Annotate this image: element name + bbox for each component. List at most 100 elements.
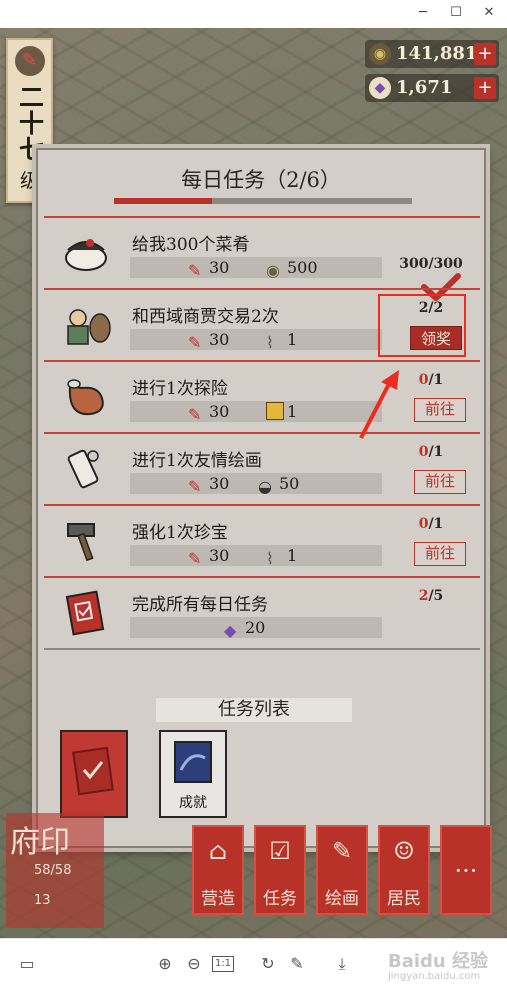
coin-currency: ◉ 141,881 +	[365, 40, 499, 68]
daily-task-card[interactable]	[60, 730, 128, 818]
brush-icon: ✎	[14, 46, 45, 76]
coin-icon: ◉	[369, 43, 391, 65]
minimize-icon[interactable]: ─	[412, 4, 434, 22]
build-button[interactable]: ⌂ 营造	[192, 825, 244, 915]
coin-icon: ◉	[266, 261, 280, 280]
brush-icon: ✎	[188, 549, 202, 568]
reward-item: ◉ 500	[266, 258, 318, 280]
rotate-icon[interactable]: ↻	[257, 953, 279, 975]
coin-value: 141,881	[396, 43, 478, 64]
more-icon: ···	[454, 857, 478, 885]
task-label: 任务	[263, 889, 297, 909]
viewer-toolbar: ▭ ⊕ ⊖ 1:1 ↻ ✎ ⤓ Baidu 经验 jingyan.baidu.co…	[0, 938, 507, 988]
reward-item: ◆ 20	[224, 618, 266, 640]
gem-icon: ◆	[224, 621, 237, 640]
resident-button[interactable]: ☺ 居民	[378, 825, 430, 915]
actual-size-icon[interactable]: 1:1	[212, 956, 234, 972]
row-divider	[44, 216, 480, 218]
download-icon[interactable]: ⤓	[331, 953, 353, 975]
reward-item: ⌇ 1	[266, 330, 298, 352]
daily-task-panel: 每日任务（2/6） 给我300个菜肴 ✎ 30 ◉ 500 300/300 和西…	[36, 148, 486, 848]
task-row: 进行1次探险 ✎ 30 1 0/1 前往	[44, 360, 480, 432]
painting-icon: ✎	[331, 837, 353, 865]
close-icon[interactable]: ✕	[478, 4, 500, 22]
edit-pencil-icon[interactable]: ✎	[286, 953, 308, 975]
dish-bowl-icon	[65, 239, 107, 271]
painting-label: 绘画	[325, 889, 359, 909]
brush-icon: ✎	[188, 261, 202, 280]
hammer-icon	[67, 523, 95, 562]
task-row: 强化1次珍宝 ✎ 30 ⌇ 1 0/1 前往	[44, 504, 480, 576]
task-name: 进行1次友情绘画	[132, 451, 262, 471]
row-divider	[44, 504, 480, 506]
reward-bar	[130, 473, 382, 494]
task-name: 完成所有每日任务	[132, 595, 268, 615]
task-name: 强化1次珍宝	[132, 523, 228, 543]
task-book-icon	[65, 590, 105, 636]
highlight-box	[378, 294, 466, 357]
reward-bar	[130, 545, 382, 566]
more-button[interactable]: ···	[440, 825, 492, 915]
build-icon: ⌂	[208, 837, 228, 865]
gem-icon: ◆	[369, 77, 391, 99]
dish-bowl-icon: ◒	[258, 477, 272, 496]
task-progress: 0/1	[418, 444, 444, 460]
task-name: 和西域商贾交易2次	[132, 307, 279, 327]
reward-item: ⌇ 1	[266, 546, 298, 568]
seal-panel[interactable]: 府印 58/58 13	[6, 813, 104, 928]
seal-title: 府印	[10, 825, 70, 860]
resident-icon: ☺	[393, 837, 415, 865]
task-row: 完成所有每日任务 ◆ 20 2/5	[44, 576, 480, 648]
scroll-icon: ⌇	[266, 549, 274, 568]
annotation-arrow	[359, 370, 399, 439]
row-divider	[44, 288, 480, 290]
achievement-card[interactable]: 成就	[159, 730, 227, 818]
painting-scroll-icon	[67, 449, 99, 489]
reward-bar	[130, 257, 382, 278]
row-divider	[44, 360, 480, 362]
go-button[interactable]: 前往	[414, 398, 466, 422]
reward-bar	[130, 401, 382, 422]
seal-count: 58/58	[34, 863, 72, 878]
go-button[interactable]: 前往	[414, 470, 466, 494]
row-divider	[44, 432, 480, 434]
row-divider	[44, 576, 480, 578]
task-icon: ☑	[269, 837, 291, 865]
task-name: 给我300个菜肴	[132, 235, 250, 255]
window-titlebar: ─ ☐ ✕	[0, 0, 507, 28]
panel-divider	[44, 648, 480, 652]
zoom-in-icon[interactable]: ⊕	[154, 953, 176, 975]
task-progress: 0/1	[418, 516, 444, 532]
gem-value: 1,671	[396, 77, 453, 98]
add-gem-button[interactable]: +	[474, 77, 496, 99]
go-button[interactable]: 前往	[414, 542, 466, 566]
merchant-icon	[67, 309, 111, 345]
reward-item: ✎ 30	[188, 474, 230, 496]
painting-button[interactable]: ✎ 绘画	[316, 825, 368, 915]
row-divider	[44, 648, 480, 650]
daily-progress-bar	[114, 198, 412, 204]
maximize-icon[interactable]: ☐	[445, 4, 467, 22]
reward-item: ✎ 30	[188, 330, 230, 352]
task-row: 进行1次友情绘画 ✎ 30 ◒ 50 0/1 前往	[44, 432, 480, 504]
reward-item: ◒ 50	[258, 474, 300, 496]
zoom-out-icon[interactable]: ⊖	[183, 953, 205, 975]
task-row: 给我300个菜肴 ✎ 30 ◉ 500 300/300	[44, 216, 480, 301]
achievement-label: 成就	[179, 795, 207, 811]
task-book-icon	[72, 746, 114, 796]
task-button[interactable]: ☑ 任务	[254, 825, 306, 915]
task-progress: 2/5	[418, 588, 444, 604]
panel-title: 每日任务（2/6）	[181, 168, 341, 192]
add-coin-button[interactable]: +	[474, 43, 496, 65]
thumbnail-icon[interactable]: ▭	[16, 953, 38, 975]
scroll-icon: ⌇	[266, 333, 274, 352]
gold-bar-icon	[266, 402, 284, 420]
reward-item: ✎ 30	[188, 402, 230, 424]
reward-item: 1	[266, 401, 297, 422]
reward-item: ✎ 30	[188, 546, 230, 568]
brush-icon: ✎	[188, 333, 202, 352]
game-viewport: ✎ 二十七 级 ◉ 141,881 + ◆ 1,671 + 每日任务（2/6） …	[0, 28, 507, 938]
pouch-icon	[67, 379, 104, 416]
reward-bar	[130, 329, 382, 350]
brush-icon: ✎	[188, 477, 202, 496]
